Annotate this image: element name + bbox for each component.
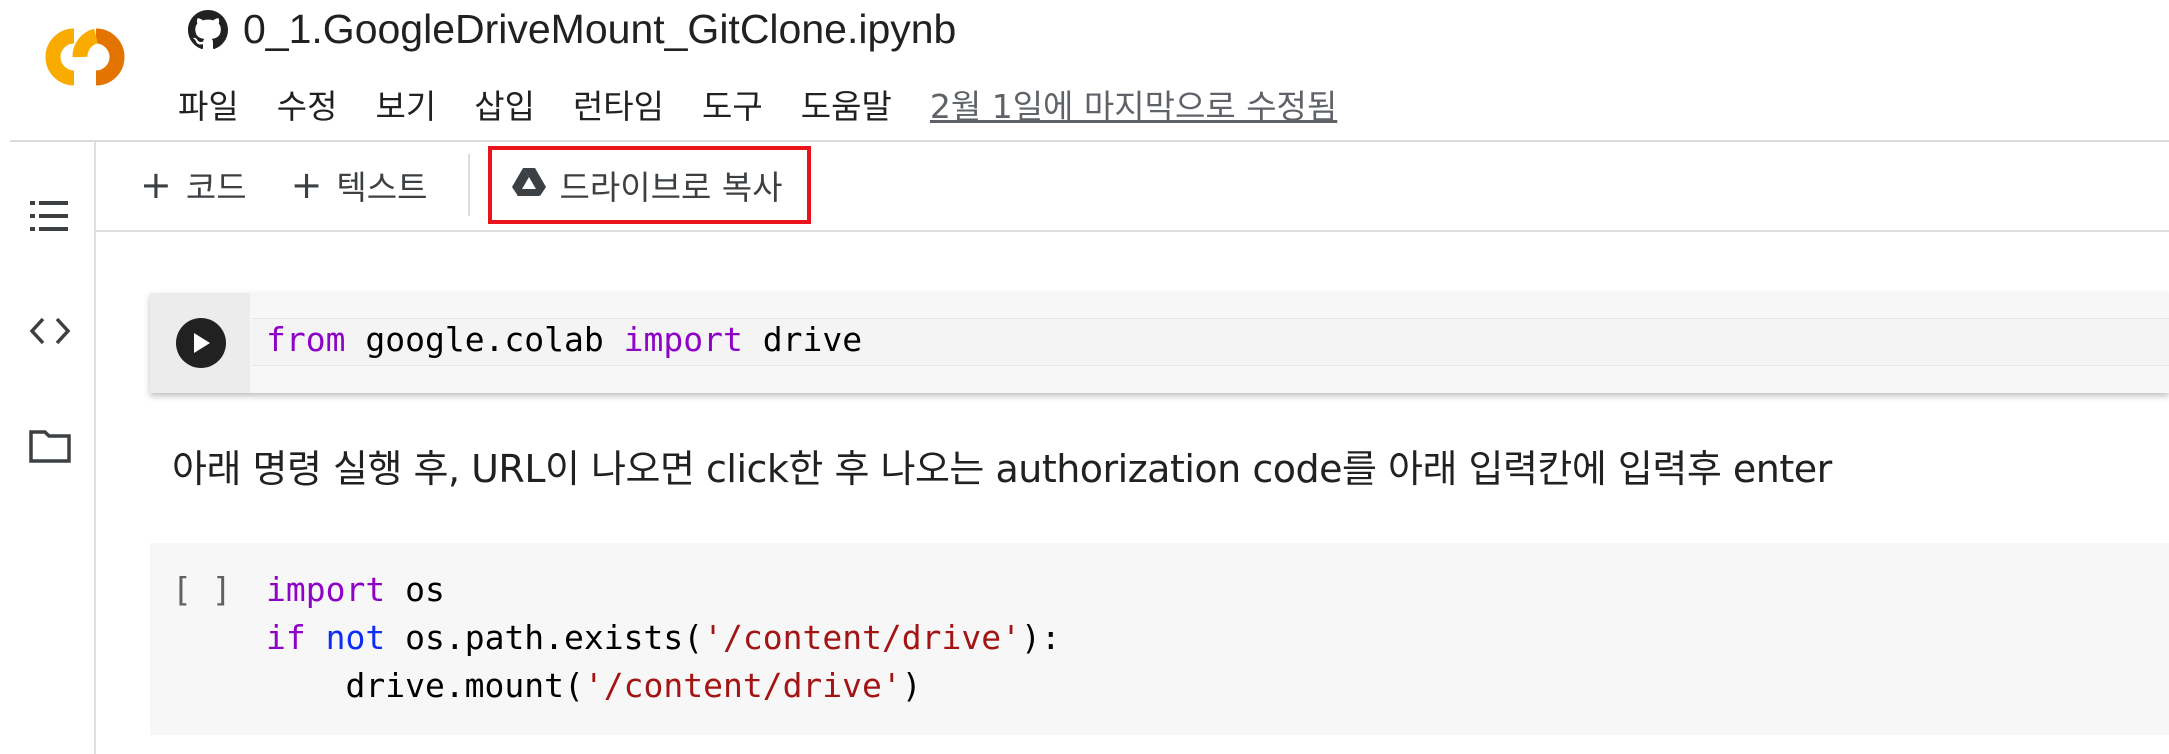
copy-to-drive-label: 드라이브로 복사: [559, 168, 783, 207]
add-code-button[interactable]: + 코드: [140, 161, 247, 209]
copy-to-drive-button[interactable]: 드라이브로 복사: [487, 146, 811, 224]
code-token: ): [901, 666, 922, 705]
execution-count[interactable]: [ ]: [172, 566, 232, 614]
header-divider: [10, 140, 2169, 142]
menu-bar: 파일 수정 보기 삽입 런타임 도구 도움말 2월 1일에 마지막으로 수정됨: [178, 80, 1337, 128]
plus-icon: +: [290, 163, 323, 207]
code-snippets-icon[interactable]: [26, 307, 74, 355]
toolbar-separator: [467, 154, 470, 216]
last-edit-link[interactable]: 2월 1일에 마지막으로 수정됨: [930, 80, 1337, 128]
code-token: os.path.exists(: [385, 618, 704, 657]
keyword: not: [325, 618, 386, 657]
plus-icon: +: [140, 163, 172, 207]
code-token: google.colab: [345, 320, 624, 359]
run-cell-button[interactable]: [176, 318, 226, 368]
colab-logo-icon: [45, 28, 125, 86]
menu-view[interactable]: 보기: [375, 80, 436, 128]
keyword: import: [623, 320, 743, 359]
menu-insert[interactable]: 삽입: [474, 80, 535, 128]
sidebar-border: [94, 142, 96, 754]
keyword: import: [266, 570, 386, 609]
folder-icon[interactable]: [26, 422, 74, 470]
add-code-label: 코드: [185, 168, 247, 207]
toolbar-divider: [96, 230, 2169, 232]
markdown-cell-text[interactable]: 아래 명령 실행 후, URL이 나오면 click한 후 나오는 author…: [172, 438, 1832, 493]
keyword: from: [266, 320, 346, 359]
code-token: ):: [1021, 618, 1061, 657]
menu-help[interactable]: 도움말: [801, 80, 892, 128]
menu-edit[interactable]: 수정: [277, 80, 338, 128]
menu-file[interactable]: 파일: [178, 80, 239, 128]
toc-icon[interactable]: [26, 192, 74, 240]
play-icon: [194, 333, 210, 353]
cell-2-line-2: if not os.path.exists('/content/drive'):: [266, 614, 1061, 662]
menu-tools[interactable]: 도구: [702, 80, 763, 128]
keyword: if: [266, 618, 306, 657]
notebook-title[interactable]: 0_1.GoogleDriveMount_GitClone.ipynb: [243, 6, 956, 53]
string-literal: '/content/drive': [703, 618, 1022, 657]
notebook-toolbar: + 코드 + 텍스트 드라이브로 복사: [140, 146, 811, 224]
colab-logo[interactable]: [30, 20, 140, 95]
code-token: os: [385, 570, 445, 609]
github-icon: [188, 10, 228, 50]
add-text-label: 텍스트: [336, 168, 428, 207]
code-token: drive: [742, 320, 863, 359]
cell-2-line-3: drive.mount('/content/drive'): [266, 662, 922, 710]
menu-runtime[interactable]: 런타임: [573, 80, 664, 128]
cell-2-line-1: import os: [266, 566, 445, 614]
google-drive-icon: [511, 166, 546, 205]
cell-1-code: from google.colab import drive: [266, 316, 862, 364]
add-text-button[interactable]: + 텍스트: [291, 161, 428, 209]
string-literal: '/content/drive': [583, 666, 902, 705]
code-token: drive.mount(: [266, 666, 584, 705]
